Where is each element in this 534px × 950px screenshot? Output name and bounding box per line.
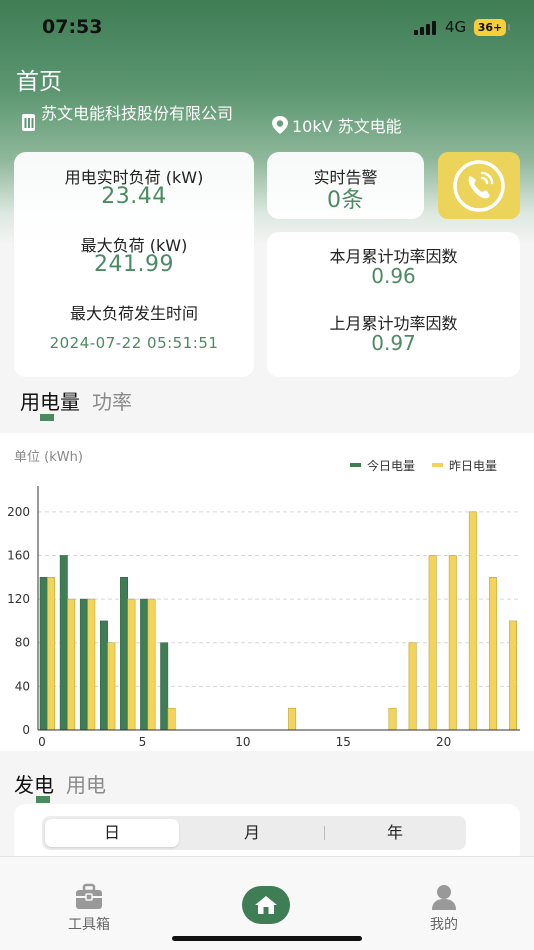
legend-swatch (432, 463, 443, 467)
tabbar-home[interactable] (242, 886, 290, 924)
bar-yesterday (388, 707, 397, 731)
company-name-row[interactable]: 苏文电能科技股份有限公司 (20, 104, 260, 132)
legend-label: 昨日电量 (449, 459, 497, 473)
bar-yesterday (408, 642, 417, 731)
bar-yesterday (167, 707, 176, 731)
period-card: 日 月 年 (14, 804, 520, 864)
bar-yesterday (127, 598, 136, 731)
tab-indicator-2 (36, 796, 50, 803)
bar-today (120, 577, 128, 731)
network-type: 4G (445, 18, 467, 36)
alarm-count: 0条 (327, 188, 364, 213)
tab-energy[interactable]: 用电量 (20, 386, 80, 415)
max-load-value: 241.99 (94, 252, 174, 277)
bar-today (160, 642, 169, 731)
tab-consumption[interactable]: 用电 (66, 769, 106, 798)
bar-yesterday (488, 577, 497, 731)
home-icon (255, 896, 277, 914)
x-tick-label: 5 (139, 735, 147, 749)
bar-yesterday (107, 642, 116, 731)
period-year[interactable]: 年 (326, 819, 464, 847)
energy-tabs: 用电量 功率 (20, 386, 144, 415)
phone-icon (453, 159, 505, 212)
status-time: 07:53 (42, 16, 103, 38)
user-icon (432, 885, 456, 910)
tabbar-toolbox[interactable]: 工具箱 (60, 883, 118, 934)
status-bar: 07:53 4G 36+ (0, 0, 534, 56)
bar-yesterday (147, 598, 156, 731)
period-segmented-control: 日 月 年 (42, 816, 466, 850)
bar-today (39, 577, 48, 731)
station-name: 10kV 苏文电能 (292, 117, 402, 136)
energy-bar-chart: 单位 (kWh) 今日电量 昨日电量 0 40 80 120 160 200 0 5 10 15 20 (7, 450, 520, 749)
bar-yesterday (468, 511, 477, 731)
bar-today (79, 598, 88, 731)
bar-yesterday (428, 555, 437, 731)
bar-today (140, 598, 149, 731)
bar-yesterday (448, 555, 457, 731)
y-tick-label: 160 (7, 548, 30, 562)
bar-today (100, 620, 108, 731)
x-tick-label: 15 (336, 735, 351, 749)
tabbar-toolbox-label: 工具箱 (68, 917, 110, 933)
tab-generation[interactable]: 发电 (14, 769, 54, 798)
energy-chart: 单位 (kWh) 今日电量 昨日电量 0 40 80 120 160 200 0 5 10 15 20 (0, 433, 534, 751)
y-tick-label: 40 (15, 679, 30, 693)
signal-icon (414, 21, 438, 35)
tabbar-mine-label: 我的 (430, 917, 458, 933)
call-button[interactable] (438, 152, 520, 219)
tab-indicator (40, 414, 54, 421)
realtime-load-value: 23.44 (101, 184, 167, 209)
y-tick-label: 80 (15, 636, 30, 650)
toolbox-icon (76, 883, 102, 909)
x-tick-label: 0 (38, 735, 46, 749)
alarm-card[interactable]: 实时告警 0条 (267, 152, 424, 219)
battery-icon: 36+ (474, 19, 510, 36)
x-tick-label: 10 (235, 735, 250, 749)
bar-today (59, 555, 68, 731)
legend-swatch (350, 463, 361, 467)
company-name: 苏文电能科技股份有限公司 (41, 104, 234, 123)
chart-legend: 今日电量 昨日电量 (350, 458, 497, 473)
bar-yesterday (67, 598, 76, 731)
y-tick-label: 200 (7, 505, 30, 519)
bar-yesterday (87, 598, 96, 731)
location-pin-icon (272, 116, 288, 134)
max-load-time-value: 2024-07-22 05:51:51 (49, 334, 219, 352)
tab-power[interactable]: 功率 (92, 386, 132, 415)
tabbar-mine[interactable]: 我的 (418, 883, 470, 934)
bar-yesterday (509, 620, 517, 731)
pf-this-month-value: 0.96 (371, 264, 416, 288)
y-tick-label: 0 (22, 723, 30, 737)
page-title: 首页 (16, 69, 62, 95)
max-load-time-label: 最大负荷发生时间 (69, 304, 198, 323)
x-tick-label: 20 (436, 735, 451, 749)
y-tick-label: 120 (7, 592, 30, 606)
home-indicator (172, 936, 362, 941)
period-month[interactable]: 月 (182, 819, 322, 847)
chart-unit-label: 单位 (kWh) (14, 450, 83, 465)
power-factor-card[interactable]: 本月累计功率因数 0.96 上月累计功率因数 0.97 (267, 232, 520, 377)
load-card[interactable]: 用电实时负荷 (kW) 23.44 最大负荷 (kW) 241.99 最大负荷发… (14, 152, 254, 377)
legend-label: 今日电量 (367, 458, 415, 473)
station-selector[interactable]: 10kV 苏文电能 (270, 113, 402, 137)
bar-yesterday (47, 577, 56, 731)
building-icon (22, 114, 35, 131)
period-day[interactable]: 日 (45, 819, 179, 847)
bar-yesterday (288, 707, 297, 731)
generation-tabs: 发电 用电 (14, 769, 118, 798)
segment-divider (324, 826, 325, 840)
pf-last-month-value: 0.97 (371, 331, 416, 355)
